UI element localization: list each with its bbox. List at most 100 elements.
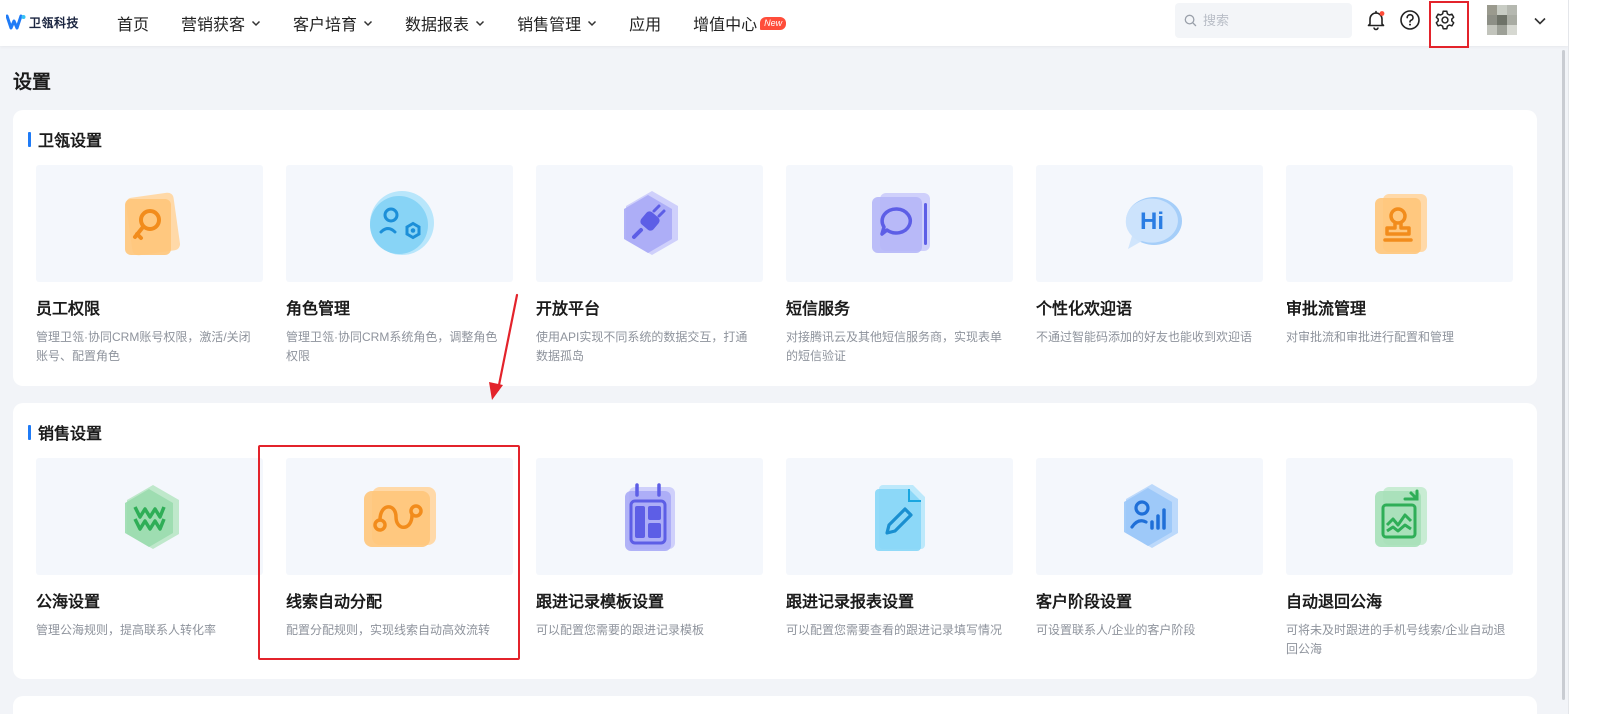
brand-logo[interactable]: 卫瓴科技 bbox=[6, 12, 79, 32]
card-description: 管理卫瓴·协同CRM账号权限，激活/关闭账号、配置角色 bbox=[36, 330, 251, 363]
section-sales-settings: 销售设置 公海设置 管理公海规则，提高联系人转化率 线索自动分配 配置分配规则，… bbox=[13, 403, 1537, 679]
chevron-down-icon bbox=[252, 20, 261, 27]
card-employee-permissions[interactable]: 员工权限 管理卫瓴·协同CRM账号权限，激活/关闭账号、配置角色 bbox=[36, 165, 263, 366]
chevron-down-icon[interactable] bbox=[1533, 14, 1547, 28]
hi-bubble-icon: Hi bbox=[1125, 196, 1182, 249]
stamp-icon bbox=[1374, 193, 1427, 254]
card-thumbnail bbox=[286, 165, 513, 282]
chevron-down-icon bbox=[476, 20, 485, 27]
gear-icon bbox=[1435, 10, 1455, 30]
avatar[interactable] bbox=[1487, 5, 1517, 35]
user-chart-icon bbox=[1123, 483, 1178, 548]
card-thumbnail bbox=[286, 458, 513, 575]
card-role-management[interactable]: 角色管理 管理卫瓴·协同CRM系统角色，调整角色权限 bbox=[286, 165, 513, 366]
card-description: 不通过智能码添加的好友也能收到欢迎语 bbox=[1036, 330, 1253, 344]
page-title: 设置 bbox=[13, 72, 52, 93]
card-thumbnail bbox=[36, 165, 263, 282]
scrollbar-track bbox=[1568, 0, 1569, 714]
nav-sales[interactable]: 销售管理 bbox=[517, 0, 597, 46]
card-followup-template[interactable]: 跟进记录模板设置 可以配置您需要的跟进记录模板 bbox=[536, 458, 763, 640]
card-description: 可以配置您需要的跟进记录模板 bbox=[536, 623, 705, 637]
card-lead-auto-assign[interactable]: 线索自动分配 配置分配规则，实现线索自动高效流转 bbox=[286, 458, 513, 640]
nav-home[interactable]: 首页 bbox=[117, 0, 149, 46]
section-weiling-settings: 卫瓴设置 员工权限 管理卫瓴·协同CRM账号权限，激活/关闭账号、配置角色 角色… bbox=[13, 110, 1537, 386]
card-title: 个性化欢迎语 bbox=[1036, 301, 1133, 318]
nav-label: 应用 bbox=[629, 17, 662, 34]
card-title: 角色管理 bbox=[286, 301, 351, 318]
card-thumbnail bbox=[536, 458, 763, 575]
card-description: 可设置联系人/企业的客户阶段 bbox=[1036, 623, 1196, 637]
chevron-down-icon bbox=[364, 20, 373, 27]
bell-icon bbox=[1367, 10, 1385, 31]
main-nav: 首页 营销获客 客户培育 数据报表 销售管理 应用 增值中心 New bbox=[117, 0, 818, 46]
card-title: 跟进记录报表设置 bbox=[786, 594, 915, 611]
nav-label: 首页 bbox=[117, 17, 150, 34]
card-personalized-greeting[interactable]: Hi 个性化欢迎语 不通过智能码添加的好友也能收到欢迎语 bbox=[1036, 165, 1263, 347]
card-title: 开放平台 bbox=[536, 301, 601, 318]
route-icon bbox=[363, 486, 436, 547]
card-auto-return-sea[interactable]: 自动退回公海 可将未及时跟进的手机号线索/企业自动退回公海 bbox=[1286, 458, 1513, 659]
nav-reports[interactable]: 数据报表 bbox=[405, 0, 485, 46]
nav-apps[interactable]: 应用 bbox=[629, 0, 661, 46]
nav-label: 数据报表 bbox=[405, 17, 470, 34]
search-box[interactable] bbox=[1175, 3, 1352, 38]
help-icon bbox=[1400, 10, 1420, 30]
section-title: 卫瓴设置 bbox=[28, 127, 102, 151]
scrollbar-gutter bbox=[1568, 0, 1597, 714]
card-public-sea-settings[interactable]: 公海设置 管理公海规则，提高联系人转化率 bbox=[36, 458, 263, 640]
section-next-partial bbox=[13, 696, 1537, 714]
help-button[interactable] bbox=[1398, 8, 1422, 32]
new-badge: New bbox=[760, 16, 787, 30]
message-bubble-icon bbox=[871, 192, 930, 253]
card-thumbnail bbox=[36, 458, 263, 575]
card-description: 管理卫瓴·协同CRM系统角色，调整角色权限 bbox=[286, 330, 498, 363]
card-thumbnail bbox=[786, 165, 1013, 282]
card-title: 客户阶段设置 bbox=[1036, 594, 1133, 611]
card-thumbnail bbox=[1036, 458, 1263, 575]
card-description: 对接腾讯云及其他短信服务商，实现表单的短信验证 bbox=[786, 330, 1003, 363]
card-followup-report[interactable]: 跟进记录报表设置 可以配置您需要查看的跟进记录填写情况 bbox=[786, 458, 1013, 640]
card-thumbnail bbox=[1286, 458, 1513, 575]
search-icon bbox=[1184, 14, 1197, 27]
top-bar: 卫瓴科技 首页 营销获客 客户培育 数据报表 销售管理 应用 增值中心 New bbox=[0, 0, 1568, 48]
card-title: 员工权限 bbox=[36, 301, 101, 318]
sea-waves-icon bbox=[124, 484, 179, 549]
card-description: 可以配置您需要查看的跟进记录填写情况 bbox=[786, 623, 1003, 637]
card-customer-stage[interactable]: 客户阶段设置 可设置联系人/企业的客户阶段 bbox=[1036, 458, 1263, 640]
scrollbar-thumb[interactable] bbox=[1562, 50, 1565, 700]
card-title: 审批流管理 bbox=[1286, 301, 1367, 318]
section-title: 销售设置 bbox=[28, 420, 102, 444]
key-icon bbox=[124, 192, 180, 255]
notification-button[interactable] bbox=[1364, 8, 1388, 32]
card-thumbnail bbox=[1286, 165, 1513, 282]
settings-button[interactable] bbox=[1433, 8, 1457, 32]
search-input[interactable] bbox=[1203, 13, 1343, 28]
card-description: 可将未及时跟进的手机号线索/企业自动退回公海 bbox=[1286, 623, 1506, 656]
card-title: 短信服务 bbox=[786, 301, 851, 318]
nav-label: 增值中心 bbox=[693, 17, 758, 34]
brand-logo-icon bbox=[6, 14, 26, 30]
card-approval-flow[interactable]: 审批流管理 对审批流和审批进行配置和管理 bbox=[1286, 165, 1513, 347]
nav-nurture[interactable]: 客户培育 bbox=[293, 0, 373, 46]
card-open-platform[interactable]: 开放平台 使用API实现不同系统的数据交互，打通数据孤岛 bbox=[536, 165, 763, 366]
card-thumbnail bbox=[536, 165, 763, 282]
card-title: 跟进记录模板设置 bbox=[536, 594, 665, 611]
nav-marketing[interactable]: 营销获客 bbox=[181, 0, 261, 46]
role-network-icon bbox=[369, 190, 434, 255]
card-title: 线索自动分配 bbox=[286, 594, 383, 611]
chevron-down-icon bbox=[588, 20, 597, 27]
svg-text:Hi: Hi bbox=[1140, 208, 1164, 235]
calendar-template-icon bbox=[624, 482, 675, 551]
plug-icon bbox=[623, 190, 678, 255]
card-thumbnail: Hi bbox=[1036, 165, 1263, 282]
card-sms-service[interactable]: 短信服务 对接腾讯云及其他短信服务商，实现表单的短信验证 bbox=[786, 165, 1013, 366]
brand-name: 卫瓴科技 bbox=[29, 15, 80, 30]
card-title: 自动退回公海 bbox=[1286, 594, 1383, 611]
card-description: 对审批流和审批进行配置和管理 bbox=[1286, 330, 1455, 344]
card-description: 管理公海规则，提高联系人转化率 bbox=[36, 623, 217, 637]
unread-dot bbox=[1379, 11, 1385, 16]
nav-label: 营销获客 bbox=[181, 17, 246, 34]
edit-document-icon bbox=[874, 484, 925, 551]
nav-value-center[interactable]: 增值中心 New bbox=[693, 0, 787, 46]
card-title: 公海设置 bbox=[36, 594, 101, 611]
